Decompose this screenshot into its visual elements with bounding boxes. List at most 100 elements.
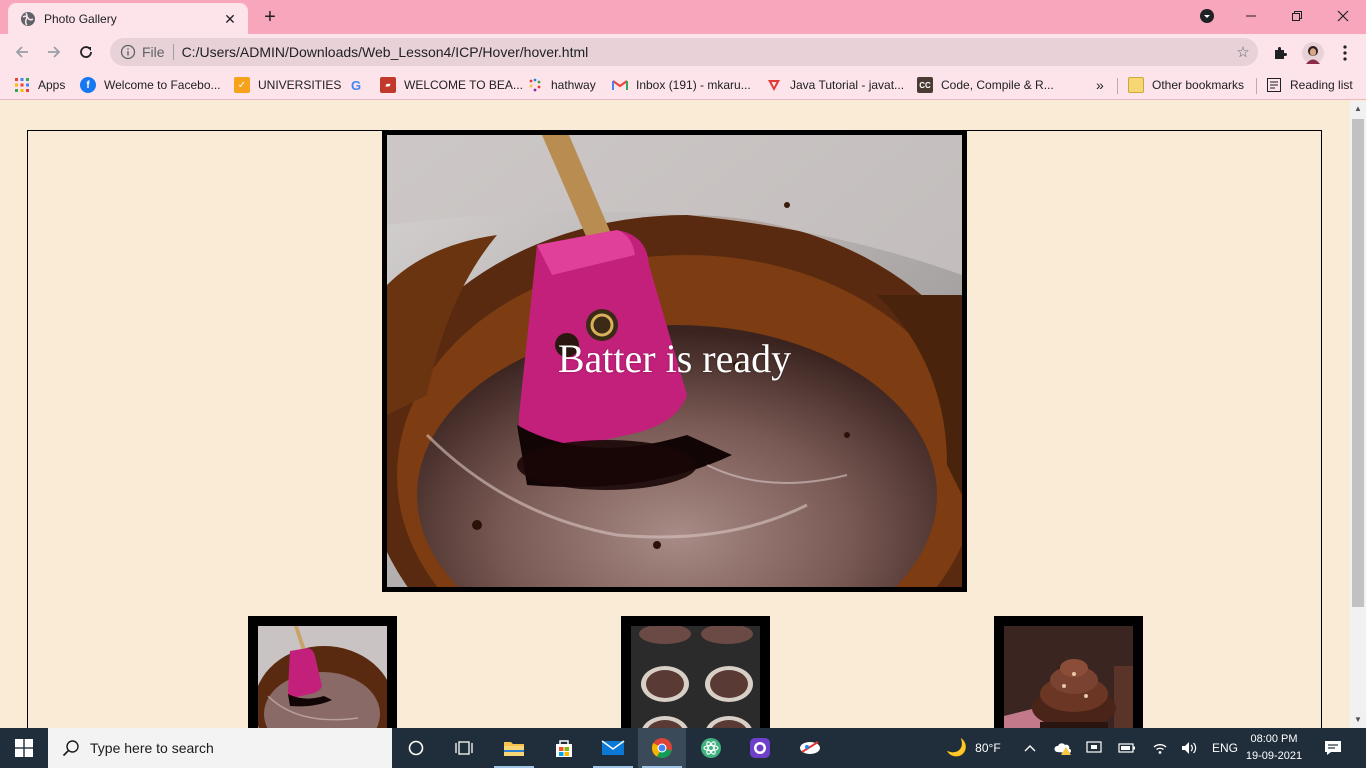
wifi-icon[interactable] xyxy=(1152,728,1168,768)
onedrive-warning-icon[interactable] xyxy=(1054,728,1072,768)
address-bar[interactable]: File C:/Users/ADMIN/Downloads/Web_Lesson… xyxy=(110,38,1258,66)
bookmark-other-bookmarks[interactable]: Other bookmarks xyxy=(1128,76,1244,94)
task-view-icon[interactable] xyxy=(440,728,488,768)
scroll-up-arrow-icon[interactable]: ▲ xyxy=(1350,101,1366,117)
cortana-icon[interactable] xyxy=(392,728,440,768)
new-tab-button[interactable]: + xyxy=(258,6,282,30)
close-window-button[interactable] xyxy=(1320,0,1366,32)
moon-icon: 🌙 xyxy=(946,738,968,757)
bookmark-label: Other bookmarks xyxy=(1152,78,1245,92)
display-projection-icon[interactable] xyxy=(1086,728,1102,768)
gmail-icon xyxy=(612,77,628,93)
windows-start-button[interactable] xyxy=(0,728,48,768)
folder-icon xyxy=(1128,77,1144,93)
main-photo: Batter is ready xyxy=(382,130,967,592)
windows-logo-icon xyxy=(15,739,33,757)
bookmark-label: Inbox (191) - mkaru... xyxy=(636,78,751,92)
address-url[interactable]: C:/Users/ADMIN/Downloads/Web_Lesson4/ICP… xyxy=(182,44,1228,60)
mail-icon[interactable] xyxy=(589,728,637,768)
bookmark-label: Java Tutorial - javat... xyxy=(790,78,905,92)
atom-editor-icon[interactable] xyxy=(687,728,735,768)
browser-menu-icon[interactable] xyxy=(1334,42,1356,64)
input-language[interactable]: ENG xyxy=(1212,728,1238,768)
taskbar-search-input[interactable]: Type here to search xyxy=(48,728,392,768)
search-placeholder: Type here to search xyxy=(90,740,214,756)
bookmark-label: UNIVERSITIES xyxy=(258,78,342,92)
bookmark-label: Code, Compile & R... xyxy=(941,78,1054,92)
bookmark-apps[interactable]: Apps xyxy=(14,76,65,94)
globe-icon xyxy=(20,11,36,27)
bookmark-folder-icon: ✓ xyxy=(234,77,250,93)
avatar[interactable] xyxy=(1302,42,1324,64)
restore-button[interactable] xyxy=(1274,0,1320,32)
minimize-button[interactable] xyxy=(1228,0,1274,32)
scroll-down-arrow-icon[interactable]: ▼ xyxy=(1350,712,1366,728)
google-icon: G xyxy=(350,77,362,93)
bookmarks-overflow-button[interactable]: » xyxy=(1096,76,1104,94)
bookmark-star-icon[interactable]: ☆ xyxy=(1228,43,1258,61)
bookmarks-divider xyxy=(1256,78,1257,94)
javatpoint-icon xyxy=(766,77,782,93)
chrome-icon[interactable] xyxy=(638,728,686,768)
bookmark-inbox[interactable]: Inbox (191) - mkaru... xyxy=(612,76,751,94)
address-separator xyxy=(172,44,174,60)
bookmark-java-tutorial[interactable]: Java Tutorial - javat... xyxy=(766,76,904,94)
page-viewport: Batter is ready xyxy=(0,101,1350,728)
bookmark-code-compile[interactable]: CC Code, Compile & R... xyxy=(917,76,1054,94)
volume-icon[interactable] xyxy=(1181,728,1199,768)
bookmarks-bar: Apps f Welcome to Facebo... ✓ UNIVERSITI… xyxy=(0,70,1366,100)
notifications-icon[interactable] xyxy=(1324,728,1342,768)
reload-icon[interactable] xyxy=(74,40,98,64)
taskbar-clock[interactable]: 08:00 PM 19-09-2021 xyxy=(1240,731,1308,765)
scrollbar-thumb[interactable] xyxy=(1352,119,1364,607)
bookmark-facebook[interactable]: f Welcome to Facebo... xyxy=(80,76,221,94)
batter-thumbnail-image xyxy=(258,626,387,728)
facebook-icon: f xyxy=(80,77,96,93)
tab-photo-gallery[interactable]: Photo Gallery ✕ xyxy=(8,3,248,34)
close-tab-icon[interactable]: ✕ xyxy=(222,11,238,27)
reading-list-button[interactable]: Reading list xyxy=(1266,76,1353,94)
weather-widget[interactable]: 🌙 80°F xyxy=(946,728,1001,768)
reading-list-icon xyxy=(1266,77,1282,93)
windows-taskbar: Type here to search 🌙 80°F ENG 08:00 PM … xyxy=(0,728,1366,768)
bookmark-hathway[interactable]: hathway xyxy=(527,76,596,94)
info-icon[interactable] xyxy=(120,44,136,60)
microsoft-store-icon[interactable] xyxy=(540,728,588,768)
hathway-icon xyxy=(527,77,543,93)
weather-temperature: 80°F xyxy=(975,741,1001,755)
clock-time: 08:00 PM xyxy=(1250,733,1298,745)
show-hidden-icons-chevron-icon[interactable] xyxy=(1024,728,1036,768)
browser-toolbar: File C:/Users/ADMIN/Downloads/Web_Lesson… xyxy=(0,34,1366,70)
bookmark-google[interactable]: G xyxy=(348,76,372,94)
bookmark-label: WELCOME TO BEA... xyxy=(404,78,523,92)
apps-grid-icon xyxy=(14,77,30,93)
batter-thumbnail[interactable] xyxy=(248,616,397,728)
frosted-cupcake-thumbnail-image xyxy=(1004,626,1133,728)
bookmark-welcome-to-bea[interactable]: ▰ WELCOME TO BEA... xyxy=(380,76,523,94)
file-explorer-icon[interactable] xyxy=(490,728,538,768)
bookmark-label: Reading list xyxy=(1290,78,1353,92)
main-photo-caption: Batter is ready xyxy=(557,336,792,381)
github-desktop-icon[interactable] xyxy=(736,728,784,768)
forward-arrow-icon[interactable] xyxy=(42,40,66,64)
bookmark-label: Welcome to Facebo... xyxy=(104,78,221,92)
codechef-icon: CC xyxy=(917,77,933,93)
tab-title: Photo Gallery xyxy=(44,11,117,26)
address-scheme: File xyxy=(142,44,165,60)
back-arrow-icon[interactable] xyxy=(10,40,34,64)
bookmark-universities[interactable]: ✓ UNIVERSITIES xyxy=(234,76,341,94)
page-scrollbar[interactable]: ▲ ▼ xyxy=(1350,101,1366,728)
bookmark-label: hathway xyxy=(551,78,596,92)
bookmarks-divider xyxy=(1117,78,1118,94)
cupcake-tray-thumbnail[interactable] xyxy=(621,616,770,728)
battery-icon[interactable] xyxy=(1118,728,1136,768)
profile-menu-icon[interactable] xyxy=(1184,0,1230,32)
clock-date: 19-09-2021 xyxy=(1245,750,1303,762)
frosted-cupcake-thumbnail[interactable] xyxy=(994,616,1143,728)
bookmark-label: Apps xyxy=(38,78,66,92)
extensions-puzzle-icon[interactable] xyxy=(1269,42,1291,64)
search-icon xyxy=(62,740,79,757)
site-icon: ▰ xyxy=(380,77,396,93)
tab-strip: Photo Gallery ✕ + xyxy=(0,0,1366,34)
snipping-tool-icon[interactable] xyxy=(786,728,834,768)
